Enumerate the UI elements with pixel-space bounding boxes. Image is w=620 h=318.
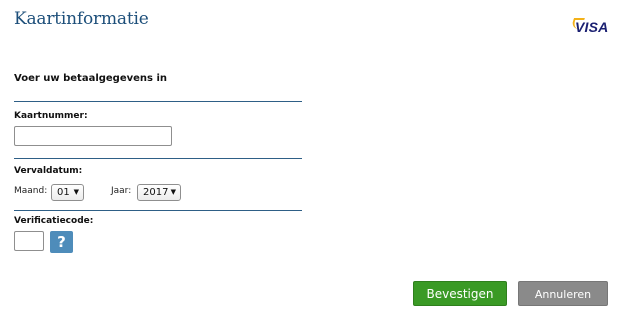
- dropdown-arrow-icon: ▼: [170, 188, 176, 196]
- month-select-value: 01: [57, 187, 70, 198]
- dropdown-arrow-icon: ▼: [73, 188, 79, 196]
- card-number-input[interactable]: [14, 126, 172, 146]
- year-label: Jaar:: [111, 186, 132, 196]
- cancel-button[interactable]: Annuleren: [518, 281, 608, 306]
- section-divider: [14, 101, 302, 102]
- section-divider: [14, 210, 302, 211]
- section-divider: [14, 158, 302, 159]
- card-number-label: Kaartnummer:: [14, 111, 88, 121]
- help-icon[interactable]: ?: [50, 231, 73, 253]
- page-title: Kaartinformatie: [14, 9, 149, 29]
- visa-logo-text: VISA: [575, 19, 609, 35]
- year-select[interactable]: 2017 ▼: [137, 184, 181, 201]
- confirm-button[interactable]: Bevestigen: [413, 281, 507, 306]
- verification-code-label: Verificatiecode:: [14, 216, 94, 226]
- month-label: Maand:: [14, 186, 48, 196]
- form-heading: Voer uw betaalgegevens in: [14, 73, 168, 84]
- month-select[interactable]: 01 ▼: [51, 184, 84, 201]
- visa-logo: VISA: [569, 18, 610, 36]
- expiry-label: Vervaldatum:: [14, 166, 83, 176]
- year-select-value: 2017: [143, 187, 169, 198]
- verification-code-input[interactable]: [14, 231, 44, 251]
